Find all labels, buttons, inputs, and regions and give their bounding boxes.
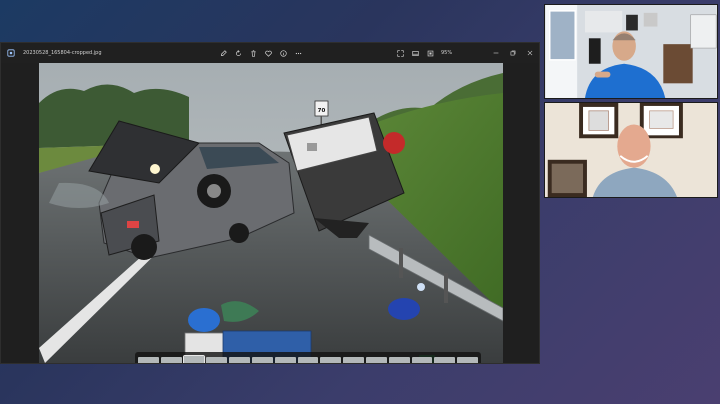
delete-icon[interactable] xyxy=(249,49,257,57)
filmstrip-thumbnail[interactable] xyxy=(160,356,182,363)
favorite-icon[interactable] xyxy=(264,49,272,57)
more-icon[interactable] xyxy=(294,49,302,57)
filmstrip-thumbnail[interactable] xyxy=(138,356,159,363)
filmstrip xyxy=(135,352,481,363)
accident-photo: 70 xyxy=(39,63,503,363)
zoom-level[interactable]: 95% xyxy=(441,50,452,56)
filmstrip-thumbnail[interactable] xyxy=(343,356,364,363)
fit-icon[interactable] xyxy=(426,49,434,57)
filmstrip-thumbnail[interactable] xyxy=(182,354,206,363)
photo-viewer[interactable]: 70 xyxy=(39,63,503,363)
file-name: 20230528_165804-cropped.jpg xyxy=(23,50,102,56)
filmstrip-thumbnail[interactable] xyxy=(411,356,433,363)
close-icon[interactable] xyxy=(526,50,533,57)
photos-window: 20230528_165804-cropped.jpg 95% 70 xyxy=(0,42,540,364)
filmstrip-thumbnail[interactable] xyxy=(229,356,250,363)
filmstrip-toggle-icon[interactable] xyxy=(411,49,419,57)
filmstrip-thumbnail[interactable] xyxy=(434,356,456,363)
participant-2-feed xyxy=(545,103,717,197)
participant-video-2[interactable] xyxy=(544,102,718,198)
filmstrip-thumbnail[interactable] xyxy=(457,356,478,363)
rotate-icon[interactable] xyxy=(234,49,242,57)
info-icon[interactable] xyxy=(279,49,287,57)
filmstrip-thumbnail[interactable] xyxy=(251,356,273,363)
filmstrip-thumbnail[interactable] xyxy=(365,356,387,363)
minimize-icon[interactable] xyxy=(492,50,499,57)
filmstrip-thumbnail[interactable] xyxy=(206,356,228,363)
filmstrip-thumbnail[interactable] xyxy=(320,356,342,363)
window-controls xyxy=(492,43,533,63)
view-tools: 95% xyxy=(396,43,452,63)
speed-limit-sign: 70 xyxy=(318,108,326,114)
photos-app-icon xyxy=(5,47,17,59)
fullscreen-icon[interactable] xyxy=(396,49,404,57)
title-bar: 20230528_165804-cropped.jpg 95% xyxy=(1,43,539,63)
filmstrip-thumbnail[interactable] xyxy=(388,356,410,363)
edit-icon[interactable] xyxy=(219,49,227,57)
filmstrip-thumbnail[interactable] xyxy=(297,356,319,363)
image-toolbar xyxy=(219,43,302,63)
participant-1-feed xyxy=(545,5,717,98)
filmstrip-thumbnail[interactable] xyxy=(274,356,296,363)
restore-icon[interactable] xyxy=(509,50,516,57)
participant-video-1[interactable] xyxy=(544,4,718,99)
